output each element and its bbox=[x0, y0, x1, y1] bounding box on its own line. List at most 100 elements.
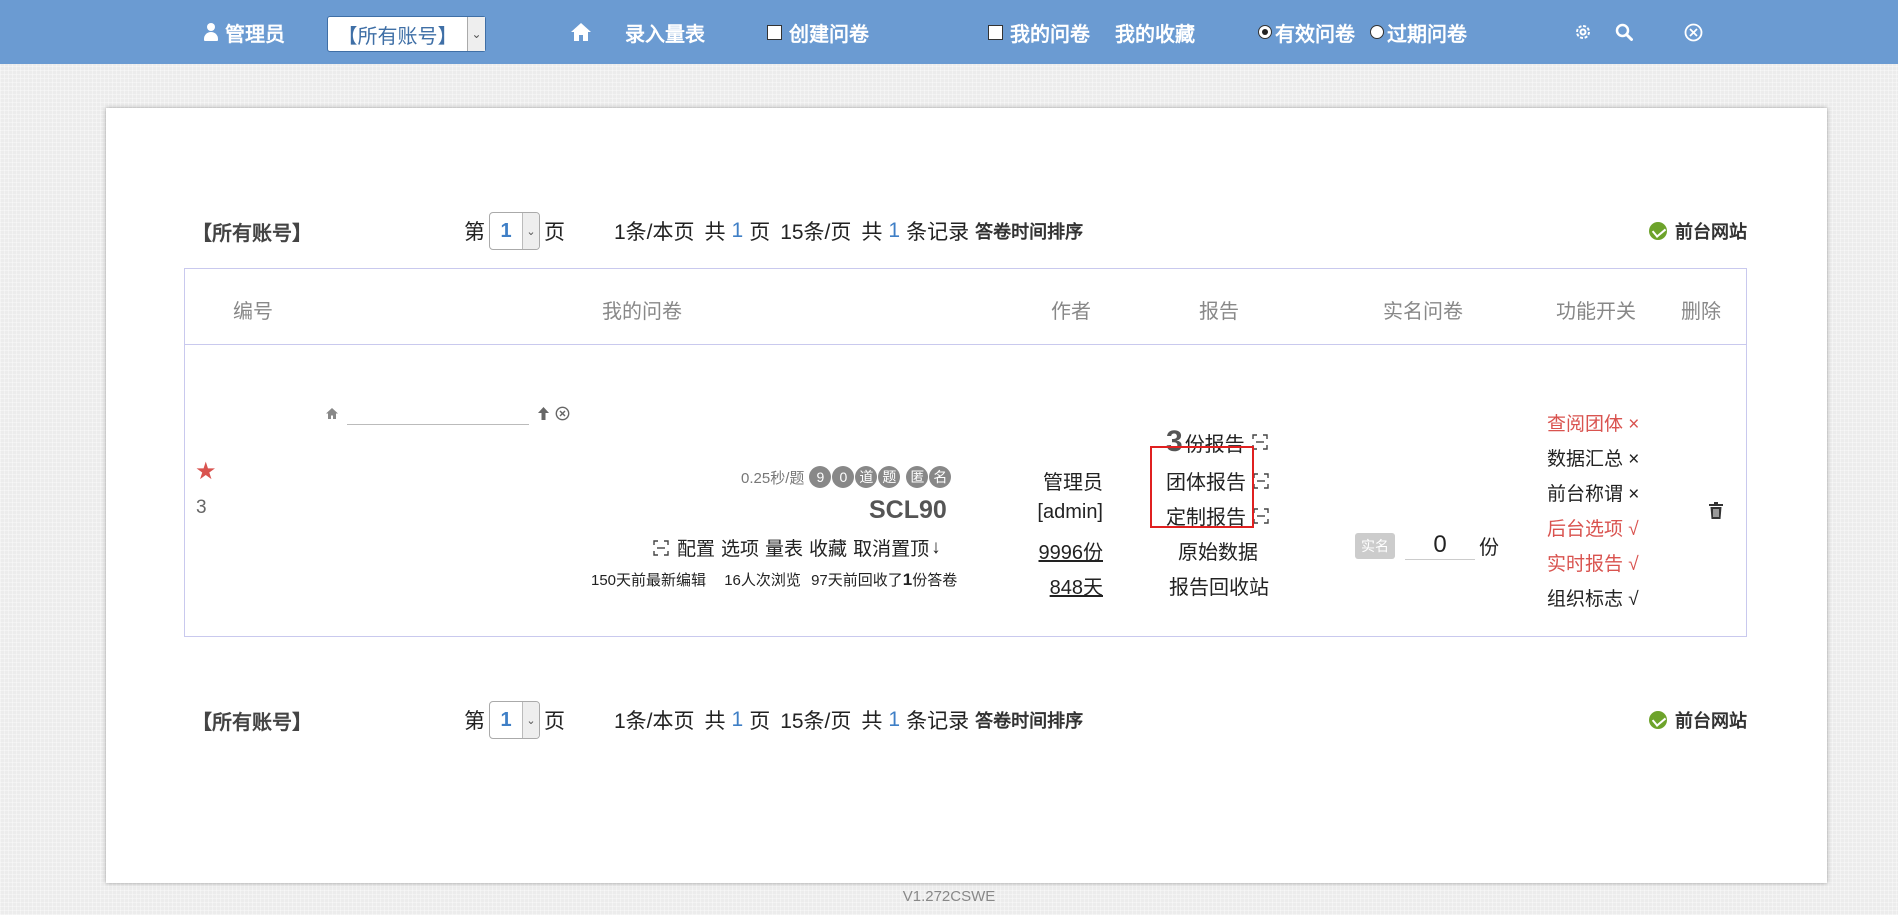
answer-speed: 0.25秒/题 bbox=[741, 469, 805, 487]
check-circle-icon bbox=[1649, 222, 1667, 240]
page-select-value: 1 bbox=[500, 708, 512, 731]
records-prefix: 共 bbox=[861, 221, 883, 244]
my-surveys-toggle[interactable]: 我的问卷 bbox=[988, 0, 1090, 64]
config-link[interactable]: 配置 bbox=[677, 534, 715, 561]
per-page-1-option[interactable]: 1条/本页 bbox=[614, 216, 695, 246]
pager-account-label[interactable]: 【所有账号】 bbox=[192, 217, 312, 246]
expired-surveys-option[interactable]: 过期问卷 bbox=[1370, 0, 1467, 64]
check-circle-icon bbox=[1649, 711, 1667, 729]
survey-actions: 配置 选项 量表 收藏 取消置顶 ↓ bbox=[653, 534, 947, 561]
sort-by-answer-time-link[interactable]: 答卷时间排序 bbox=[975, 707, 1083, 733]
realname-tag[interactable]: 实名 bbox=[1355, 532, 1395, 559]
per-page-1-option[interactable]: 1条/本页 bbox=[614, 705, 695, 735]
table-row: ★ 3 0.25秒/题 9 0 道 题 匿 名 SCL90 配置 选项 量表 收… bbox=[185, 345, 1746, 638]
close-button[interactable] bbox=[1684, 0, 1703, 64]
total-records: 1 bbox=[888, 219, 901, 242]
per-page-15-option[interactable]: 15条/页 bbox=[780, 216, 851, 246]
header-functions: 功能开关 bbox=[1556, 301, 1636, 323]
settings-button[interactable] bbox=[1574, 0, 1592, 64]
trash-icon[interactable] bbox=[1709, 502, 1723, 524]
user-icon bbox=[203, 23, 219, 41]
options-link[interactable]: 选项 bbox=[721, 534, 759, 561]
user-menu[interactable]: 管理员 bbox=[203, 0, 285, 64]
my-surveys-checkbox[interactable] bbox=[988, 24, 1003, 40]
frontend-site-link[interactable]: 前台网站 bbox=[1649, 218, 1747, 244]
toggle-backend-options[interactable]: 后台选项 √ bbox=[1547, 514, 1639, 541]
toggle-realtime-report[interactable]: 实时报告 √ bbox=[1547, 549, 1639, 576]
recycle-count: 1 bbox=[902, 570, 913, 589]
create-survey-checkbox[interactable] bbox=[767, 24, 782, 40]
create-survey-toggle[interactable]: 创建问卷 bbox=[767, 0, 869, 64]
valid-surveys-option[interactable]: 有效问卷 bbox=[1258, 0, 1355, 64]
page-unit: 页 bbox=[749, 221, 771, 244]
search-button[interactable] bbox=[1615, 0, 1633, 64]
records-suffix: 条记录 bbox=[906, 221, 970, 244]
page-prefix: 第 bbox=[464, 221, 485, 244]
page-prefix: 第 bbox=[464, 710, 485, 733]
sort-arrow-icon[interactable]: ↓ bbox=[931, 537, 941, 559]
realname-count-input[interactable]: 0 bbox=[1405, 531, 1475, 560]
account-select[interactable]: 【所有账号】 ⌄ bbox=[327, 16, 486, 52]
star-icon[interactable]: ★ bbox=[195, 457, 217, 486]
toggle-org-logo[interactable]: 组织标志 √ bbox=[1547, 584, 1639, 611]
sort-by-answer-time-link[interactable]: 答卷时间排序 bbox=[975, 218, 1083, 244]
raw-data-link[interactable]: 原始数据 bbox=[1178, 536, 1258, 565]
frontend-site-link[interactable]: 前台网站 bbox=[1649, 707, 1747, 733]
author-name: 管理员 bbox=[1043, 472, 1103, 494]
enter-scale-link[interactable]: 录入量表 bbox=[625, 0, 705, 64]
unpin-link[interactable]: 取消置顶 bbox=[853, 534, 929, 561]
top-nav-bar: 管理员 【所有账号】 ⌄ 录入量表 创建问卷 我的问卷 我的收藏 有效问卷 过期… bbox=[0, 0, 1898, 64]
row-index: 3 bbox=[196, 497, 207, 518]
version-label: V1.272CSWE bbox=[902, 888, 996, 905]
author-copies[interactable]: 9996份 bbox=[1039, 536, 1104, 565]
page-unit: 页 bbox=[749, 710, 771, 733]
valid-surveys-label: 有效问卷 bbox=[1275, 23, 1355, 46]
expired-surveys-radio[interactable] bbox=[1370, 25, 1384, 39]
my-favorites-link[interactable]: 我的收藏 bbox=[1115, 0, 1195, 64]
move-up-icon[interactable] bbox=[537, 406, 550, 426]
header-report: 报告 bbox=[1199, 301, 1239, 323]
badge-anonymous: 匿 bbox=[906, 466, 929, 488]
search-icon bbox=[1615, 23, 1633, 41]
close-circle-icon bbox=[1684, 23, 1703, 42]
page-suffix: 页 bbox=[544, 710, 565, 733]
header-delete: 删除 bbox=[1681, 301, 1721, 323]
scale-link[interactable]: 量表 bbox=[765, 534, 803, 561]
survey-badges: 0.25秒/题 9 0 道 题 匿 名 bbox=[741, 466, 952, 488]
toggle-data-summary[interactable]: 数据汇总 × bbox=[1547, 444, 1639, 471]
scan-icon[interactable] bbox=[1253, 507, 1269, 524]
table-header: 编号 我的问卷 作者 报告 实名问卷 功能开关 删除 bbox=[185, 269, 1746, 345]
page-select[interactable]: 1 ⌄ bbox=[489, 701, 540, 739]
account-select-value: 【所有账号】 bbox=[337, 25, 458, 48]
user-label: 管理员 bbox=[225, 23, 285, 46]
page-suffix: 页 bbox=[544, 221, 565, 244]
badge-char: 道 bbox=[855, 466, 878, 488]
toggle-view-group[interactable]: 查阅团体 × bbox=[1547, 409, 1639, 436]
toggle-frontend-title[interactable]: 前台称谓 × bbox=[1547, 479, 1639, 506]
view-count: 16人次浏览 bbox=[724, 572, 801, 589]
home-button[interactable] bbox=[570, 0, 592, 64]
scan-icon[interactable] bbox=[1253, 472, 1269, 489]
per-page-15-option[interactable]: 15条/页 bbox=[780, 705, 851, 735]
total-prefix: 共 bbox=[704, 221, 726, 244]
favorite-link[interactable]: 收藏 bbox=[809, 534, 847, 561]
header-realname: 实名问卷 bbox=[1383, 301, 1463, 323]
report-recycle-bin-link[interactable]: 报告回收站 bbox=[1169, 571, 1269, 600]
my-surveys-label: 我的问卷 bbox=[1010, 23, 1090, 46]
remove-folder-icon[interactable] bbox=[555, 406, 570, 426]
folder-name-input[interactable] bbox=[347, 407, 529, 425]
main-card: 【所有账号】 第 1 ⌄ 页 1条/本页 共 1 页 15条/页 共 1 条记录… bbox=[106, 108, 1827, 883]
scan-icon[interactable] bbox=[653, 539, 669, 556]
pager-account-label[interactable]: 【所有账号】 bbox=[192, 706, 312, 735]
page-select[interactable]: 1 ⌄ bbox=[489, 212, 540, 250]
valid-surveys-radio[interactable] bbox=[1258, 25, 1272, 39]
scan-icon[interactable] bbox=[1251, 434, 1268, 450]
folder-home-icon[interactable] bbox=[325, 407, 339, 425]
author-days[interactable]: 848天 bbox=[1050, 571, 1103, 600]
page-select-value: 1 bbox=[500, 219, 512, 242]
frontend-site-label: 前台网站 bbox=[1675, 711, 1747, 731]
survey-title[interactable]: SCL90 bbox=[869, 496, 947, 525]
header-my-survey: 我的问卷 bbox=[602, 301, 682, 323]
chevron-down-icon: ⌄ bbox=[467, 17, 485, 51]
records-prefix: 共 bbox=[861, 710, 883, 733]
